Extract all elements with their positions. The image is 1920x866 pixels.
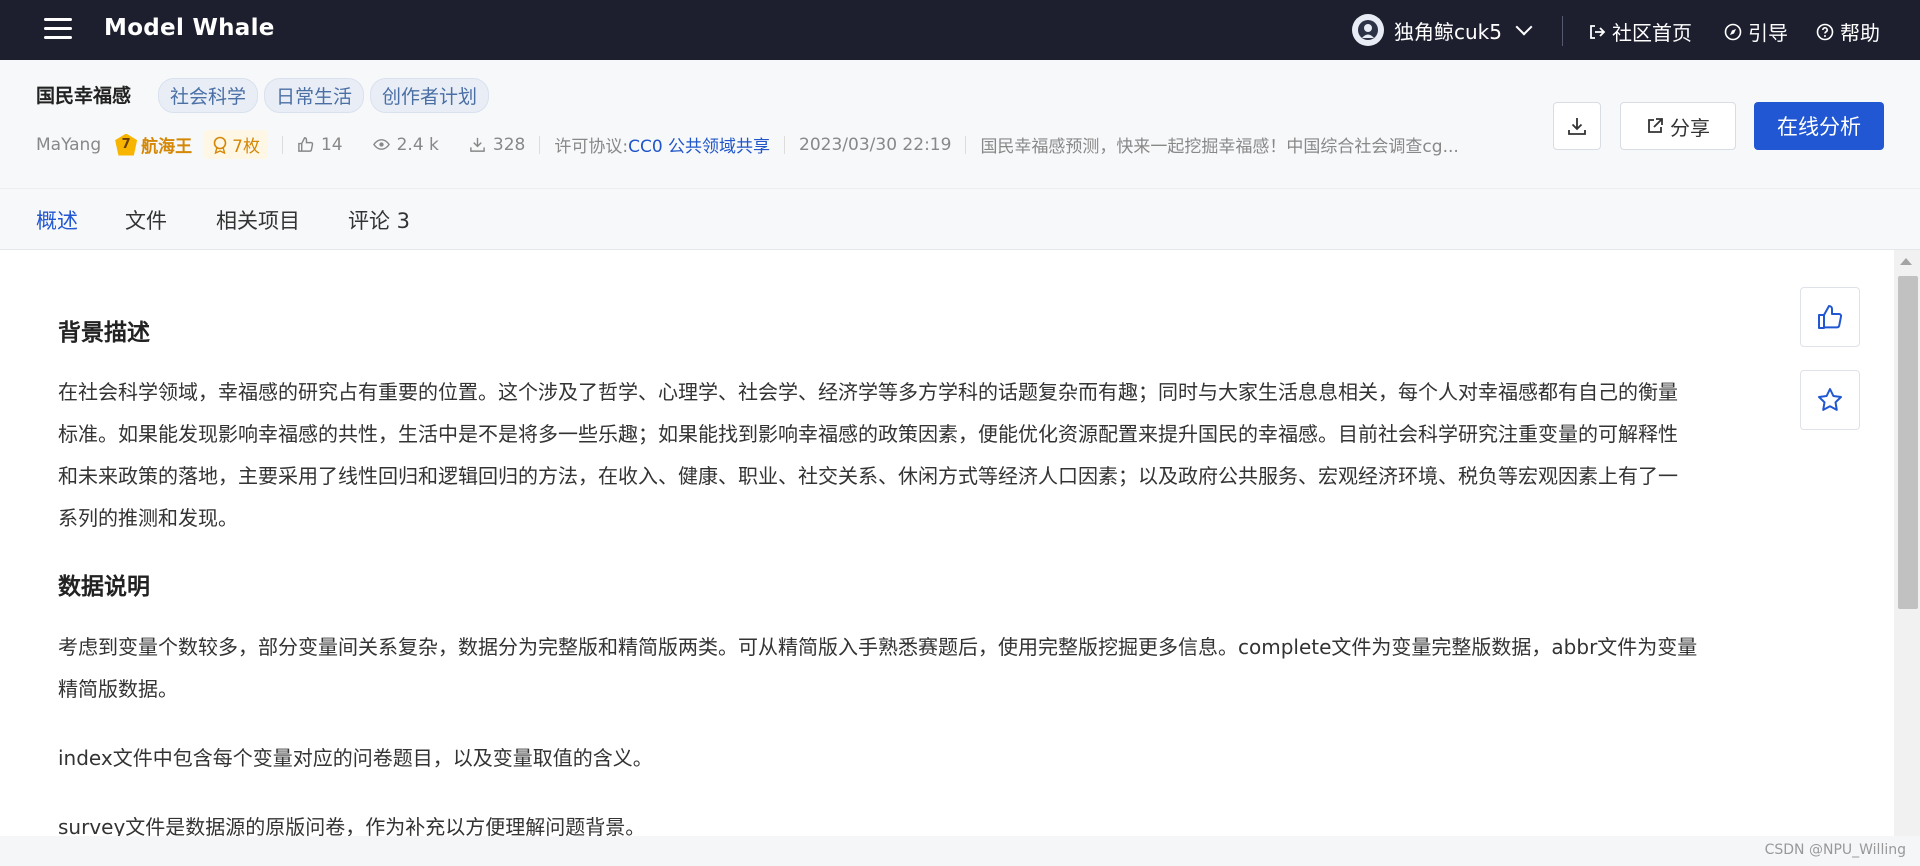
divider — [965, 135, 967, 154]
scroll-up-arrow-icon[interactable] — [1900, 258, 1912, 265]
tag-list: 社会科学 日常生活 创作者计划 — [158, 78, 490, 113]
footer-strip — [0, 836, 1920, 866]
tab-related-projects[interactable]: 相关项目 — [216, 205, 300, 250]
paragraph: 考虑到变量个数较多，部分变量间关系复杂，数据分为完整版和精简版两类。可从精简版入… — [58, 626, 1764, 710]
section-heading: 数据说明 — [58, 574, 150, 600]
tag-item[interactable]: 日常生活 — [264, 78, 365, 113]
download-count: 328 — [492, 134, 526, 155]
view-stat: 2.4 k — [372, 134, 439, 155]
tab-files[interactable]: 文件 — [125, 205, 167, 250]
like-button[interactable] — [1800, 287, 1860, 347]
chevron-down-icon — [1515, 18, 1533, 36]
paragraph-line: 精简版数据。 — [58, 677, 178, 701]
main-content: 背景描述 在社会科学领域，幸福感的研究占有重要的位置。这个涉及了哲学、心理学、社… — [0, 250, 1894, 836]
top-navbar: Model Whale 独角鲸cuk5 社区首页 引导 帮助 — [0, 0, 1920, 60]
medal-badge[interactable]: 7枚 — [204, 130, 268, 159]
nav-guide-link[interactable]: 引导 — [1724, 17, 1788, 46]
like-count: 14 — [320, 134, 343, 155]
download-button[interactable] — [1553, 102, 1601, 150]
paragraph: 在社会科学领域，幸福感的研究占有重要的位置。这个涉及了哲学、心理学、社会学、经济… — [58, 371, 1764, 539]
paragraph-line: 考虑到变量个数较多，部分变量间关系复杂，数据分为完整版和精简版两类。可从精简版入… — [58, 635, 1698, 659]
compass-icon — [1724, 23, 1742, 40]
download-icon — [470, 137, 485, 152]
paragraph-line: 和未来政策的落地，主要采用了线性回归和逻辑回归的方法，在收入、健康、职业、社交关… — [58, 464, 1678, 488]
avatar — [1352, 14, 1384, 46]
license-link[interactable]: CC0 公共领域共享 — [628, 132, 770, 157]
star-icon — [1818, 388, 1842, 411]
download-stat: 328 — [469, 135, 525, 155]
analyze-online-button[interactable]: 在线分析 — [1754, 102, 1884, 150]
tab-overview[interactable]: 概述 — [36, 205, 78, 253]
level-title: 航海王 — [141, 137, 193, 157]
brand-logo[interactable]: Model Whale — [104, 15, 275, 41]
eye-icon — [372, 139, 390, 150]
medal-icon — [213, 136, 227, 154]
username: 独角鲸cuk5 — [1394, 19, 1502, 44]
tab-comments[interactable]: 评论 3 — [348, 205, 410, 250]
page-title: 国民幸福感 — [36, 85, 132, 107]
share-button[interactable]: 分享 — [1620, 102, 1736, 150]
paragraph: survey文件是数据源的原版问卷，作为补充以方便理解问题背景。 — [58, 815, 646, 836]
share-icon — [1648, 118, 1663, 133]
nav-help-label: 帮助 — [1840, 21, 1880, 45]
paragraph-line: 在社会科学领域，幸福感的研究占有重要的位置。这个涉及了哲学、心理学、社会学、经济… — [58, 380, 1678, 404]
section-heading: 背景描述 — [58, 320, 150, 346]
publish-date: 2023/03/30 22:19 — [799, 134, 952, 155]
dataset-summary: 国民幸福感预测，快来一起挖掘幸福感！中国综合社会调查cg... — [980, 137, 1459, 157]
level-badge: 7 航海王 — [115, 132, 192, 157]
user-menu[interactable]: 独角鲸cuk5 — [1352, 14, 1533, 46]
menu-icon[interactable] — [44, 18, 72, 42]
dataset-header: 国民幸福感 社会科学 日常生活 创作者计划 MaYang 7 航海王 7枚 14… — [0, 60, 1920, 188]
tag-item[interactable]: 创作者计划 — [370, 78, 490, 113]
paragraph-line: 系列的推测和发现。 — [58, 506, 238, 530]
nav-community-link[interactable]: 社区首页 — [1588, 17, 1692, 46]
thumbs-up-icon — [298, 137, 314, 152]
nav-guide-label: 引导 — [1748, 21, 1788, 45]
paragraph: index文件中包含每个变量对应的问卷题目，以及变量取值的含义。 — [58, 746, 653, 770]
meta-row: MaYang 7 航海王 7枚 14 2.4 k 328 许可协议: CC0 公… — [36, 130, 1490, 159]
scrollbar-thumb[interactable] — [1898, 276, 1918, 609]
author-name[interactable]: MaYang — [36, 135, 101, 155]
view-count: 2.4 k — [396, 134, 439, 155]
divider — [539, 135, 541, 154]
nav-help-link[interactable]: 帮助 — [1816, 17, 1880, 46]
paragraph-line: 标准。如果能发现影响幸福感的共性，生活中是不是将多一些乐趣；如果能找到影响幸福感… — [58, 422, 1678, 446]
medal-count: 7枚 — [232, 137, 260, 157]
level-icon: 7 — [115, 133, 138, 156]
download-icon — [1568, 118, 1586, 135]
divider — [281, 135, 283, 154]
watermark: CSDN @NPU_Willing — [1764, 842, 1906, 858]
license-label: 许可协议: — [554, 137, 629, 157]
exit-icon — [1590, 24, 1606, 39]
tab-bar: 概述 文件 相关项目 评论 3 — [0, 188, 1920, 253]
favorite-button[interactable] — [1800, 370, 1860, 430]
nav-community-label: 社区首页 — [1612, 21, 1692, 45]
divider — [1562, 16, 1563, 46]
thumbs-up-icon — [1818, 305, 1843, 329]
help-icon — [1816, 23, 1834, 40]
like-stat[interactable]: 14 — [297, 135, 343, 155]
tag-item[interactable]: 社会科学 — [158, 78, 259, 113]
divider — [784, 135, 786, 154]
share-label: 分享 — [1670, 115, 1710, 140]
